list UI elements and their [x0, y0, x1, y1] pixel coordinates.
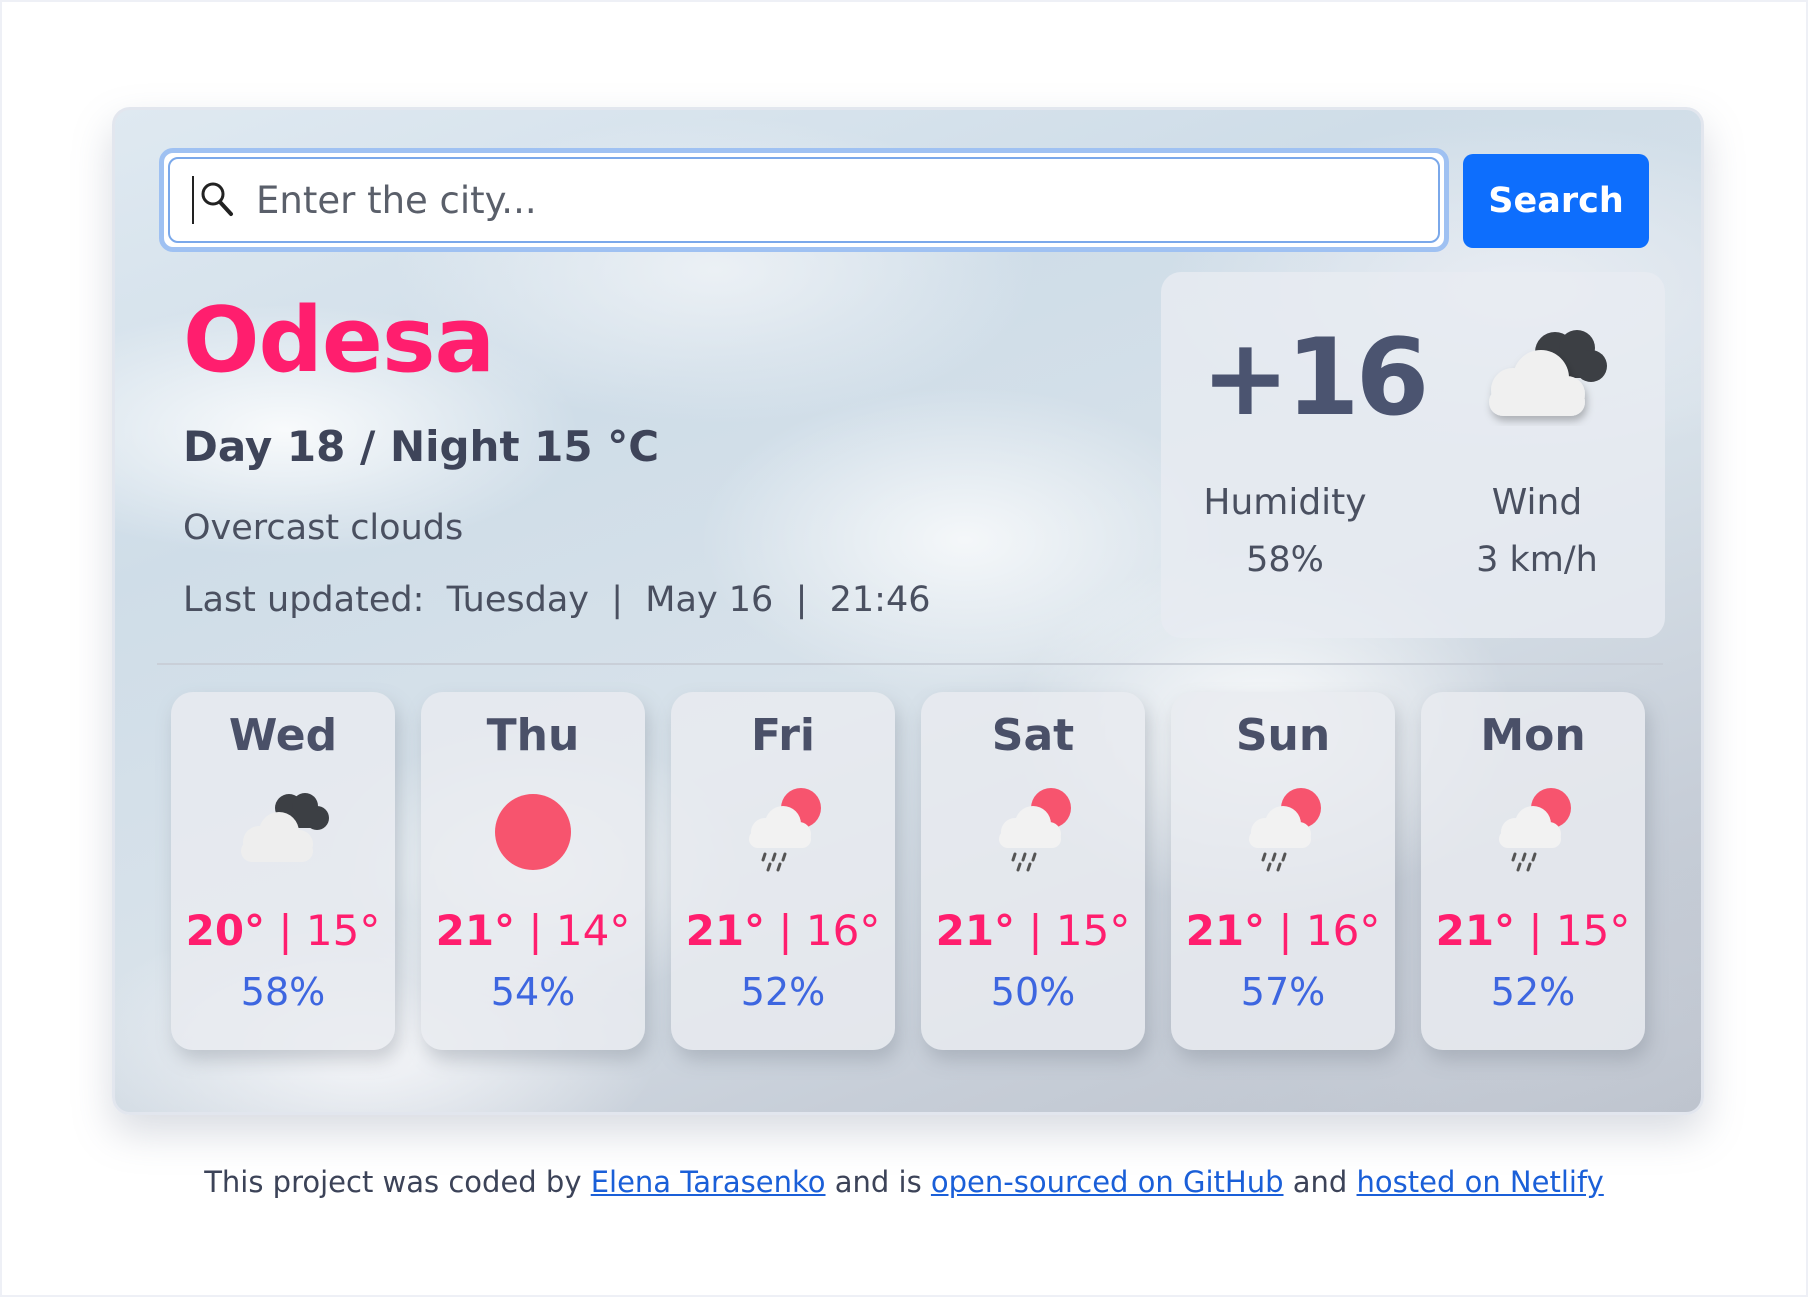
humidity-label: Humidity — [1203, 482, 1367, 523]
footer: This project was coded by Elena Tarasenk… — [0, 1165, 1808, 1199]
temp-separator: | — [1515, 906, 1556, 955]
search-icon — [198, 178, 238, 222]
forecast-temps: 21° | 15° — [1421, 906, 1645, 955]
forecast-max-temp: 21° — [435, 906, 516, 955]
temp-separator: | — [765, 906, 806, 955]
sun-rain-cloud-icon — [1473, 780, 1593, 880]
forecast-humidity: 54% — [490, 970, 576, 1014]
forecast-temps: 20° | 15° — [171, 906, 395, 955]
broken-clouds-icon — [1471, 322, 1617, 426]
forecast-min-temp: 15° — [305, 906, 381, 955]
temp-separator: | — [515, 906, 556, 955]
forecast-day-name: Thu — [486, 710, 580, 761]
wind-value: 3 km/h — [1476, 540, 1598, 580]
forecast-humidity: 57% — [1240, 970, 1326, 1014]
broken-clouds-icon — [223, 780, 343, 880]
forecast-temps: 21° | 16° — [671, 906, 895, 955]
weather-description: Overcast clouds — [183, 508, 464, 548]
forecast-day-name: Sat — [991, 710, 1075, 761]
forecast-max-temp: 21° — [1435, 906, 1516, 955]
footer-text: and — [1283, 1165, 1357, 1199]
search-button[interactable]: Search — [1463, 154, 1649, 248]
forecast-day: Fri 21° | 16° 52% — [671, 692, 895, 1050]
forecast-min-temp: 15° — [1055, 906, 1131, 955]
author-link[interactable]: Elena Tarasenko — [591, 1165, 826, 1199]
search-input[interactable] — [256, 178, 1256, 222]
wind-label: Wind — [1491, 482, 1583, 523]
forecast-min-temp: 16° — [1305, 906, 1381, 955]
forecast-humidity: 52% — [740, 970, 826, 1014]
sun-icon — [473, 780, 593, 880]
day-night-temps: Day 18 / Night 15 °C — [183, 422, 660, 471]
github-link[interactable]: open-sourced on GitHub — [931, 1165, 1284, 1199]
current-temperature: +16 — [1201, 316, 1429, 439]
forecast-temps: 21° | 14° — [421, 906, 645, 955]
forecast-min-temp: 14° — [555, 906, 631, 955]
weather-card: Search Odesa Day 18 / Night 15 °C Overca… — [112, 107, 1704, 1115]
last-updated: Last updated: Tuesday | May 16 | 21:46 — [183, 580, 931, 620]
forecast-temps: 21° | 15° — [921, 906, 1145, 955]
forecast-min-temp: 15° — [1555, 906, 1631, 955]
forecast-day-name: Mon — [1480, 710, 1586, 761]
footer-text: This project was coded by — [204, 1165, 591, 1199]
sun-rain-cloud-icon — [973, 780, 1093, 880]
forecast-day: Sat 21° | 15° 50% — [921, 692, 1145, 1050]
forecast-max-temp: 21° — [935, 906, 1016, 955]
forecast-day: Wed 20° | 15° 58% — [171, 692, 395, 1050]
city-name: Odesa — [183, 288, 495, 393]
forecast-min-temp: 16° — [805, 906, 881, 955]
humidity-value: 58% — [1246, 540, 1324, 580]
forecast-row: Wed 20° | 15° 58% Thu 21° | 14° 54% Fri … — [171, 692, 1661, 1052]
forecast-day: Sun 21° | 16° 57% — [1171, 692, 1395, 1050]
current-conditions-panel: +16 Humidity 58% Wind 3 km/h — [1161, 272, 1665, 638]
search-field-wrapper[interactable] — [159, 148, 1449, 252]
footer-text: and is — [825, 1165, 931, 1199]
forecast-humidity: 58% — [240, 970, 326, 1014]
sun-rain-cloud-icon — [1223, 780, 1343, 880]
forecast-day: Thu 21° | 14° 54% — [421, 692, 645, 1050]
sun-rain-cloud-icon — [723, 780, 843, 880]
netlify-link[interactable]: hosted on Netlify — [1357, 1165, 1604, 1199]
forecast-day-name: Sun — [1235, 710, 1331, 761]
forecast-day: Mon 21° | 15° 52% — [1421, 692, 1645, 1050]
forecast-day-name: Wed — [228, 710, 338, 761]
temp-separator: | — [1015, 906, 1056, 955]
forecast-day-name: Fri — [750, 710, 816, 761]
forecast-humidity: 52% — [1490, 970, 1576, 1014]
forecast-temps: 21° | 16° — [1171, 906, 1395, 955]
text-cursor — [192, 176, 194, 224]
forecast-max-temp: 20° — [185, 906, 266, 955]
forecast-humidity: 50% — [990, 970, 1076, 1014]
forecast-max-temp: 21° — [1185, 906, 1266, 955]
temp-separator: | — [265, 906, 306, 955]
temp-separator: | — [1265, 906, 1306, 955]
search-field[interactable] — [168, 157, 1440, 243]
forecast-max-temp: 21° — [685, 906, 766, 955]
divider — [157, 663, 1663, 665]
